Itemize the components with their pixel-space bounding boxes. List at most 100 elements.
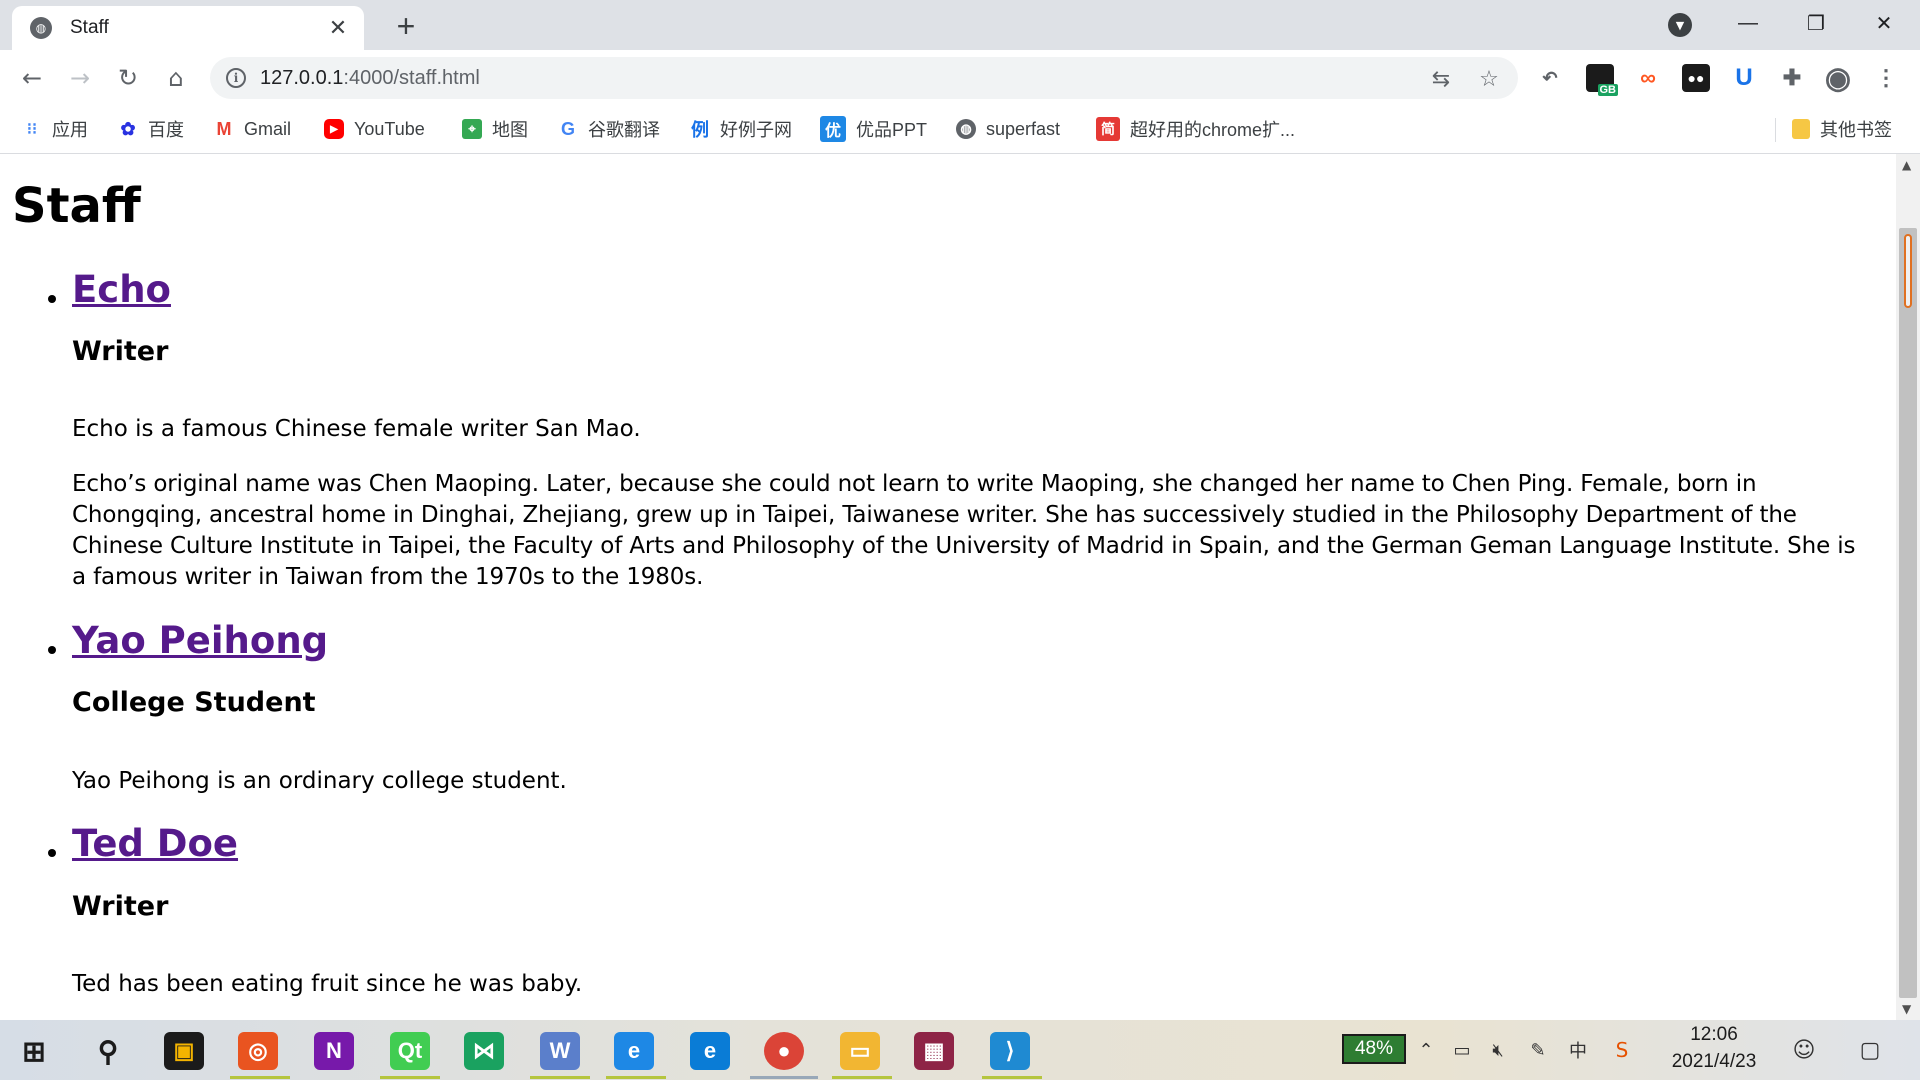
new-tab-button[interactable]: + [390, 8, 422, 44]
translate-icon[interactable]: ⇆ [1428, 66, 1454, 92]
running-indicator [982, 1076, 1042, 1079]
ime-icon[interactable]: 中 [1564, 1036, 1592, 1064]
running-indicator [230, 1076, 290, 1079]
ie-icon[interactable]: e [614, 1032, 654, 1070]
volume-muted-icon[interactable]: 🔇︎ [1484, 1036, 1512, 1064]
profile-avatar-icon[interactable]: ◉ [1824, 62, 1852, 95]
gb-extension-icon[interactable]: GB [1586, 64, 1618, 96]
vmware-icon[interactable]: W [540, 1032, 580, 1070]
address-bar[interactable]: i 127.0.0.1:4000/staff.html ⇆ ☆ [210, 57, 1518, 99]
assistant-face-icon[interactable]: ☺ [1790, 1036, 1818, 1064]
bookmark-star-icon[interactable]: ☆ [1476, 66, 1502, 92]
bookmarks-bar: ⁝⁝ 应用 ✿ 百度 M Gmail ▶ YouTube ⌖ 地图 G 谷歌翻译 例好例子网… [0, 106, 1920, 154]
extensions-puzzle-icon[interactable]: ✚ [1778, 64, 1806, 92]
tab-staff[interactable]: ◍ Staff ✕ [12, 6, 364, 50]
clock-date[interactable]: 2021/4/23 [1658, 1051, 1770, 1073]
tab-strip: ◍ Staff ✕ + ▼ — ❐ ✕ [0, 0, 1920, 50]
scroll-down-arrow-icon[interactable]: ▼ [1902, 1002, 1911, 1016]
running-indicator [530, 1076, 590, 1079]
youtube-icon: ▶ [324, 119, 344, 139]
vertical-scrollbar[interactable]: ▲ ▼ [1896, 154, 1920, 1020]
menu-kebab-icon[interactable]: ⋮ [1872, 64, 1900, 92]
staff-role: Writer [72, 336, 169, 367]
bookmark-ppt[interactable]: 优优品PPT [820, 116, 927, 142]
windows-taskbar: ⊞ ⚲ ▣ ◎ N Qt ⋈ W e e ● ▭ ▦ ⟩ 48% ⌃ ▭ 🔇︎ … [0, 1020, 1920, 1080]
windows-start-icon[interactable]: ⊞ [14, 1032, 54, 1070]
u-extension-icon[interactable]: U [1730, 64, 1758, 92]
search-icon[interactable]: ⚲ [88, 1032, 128, 1070]
staff-role: College Student [72, 687, 316, 718]
tab-title: Staff [70, 17, 109, 38]
baidu-paw-icon: ✿ [120, 118, 136, 139]
staff-link-echo[interactable]: Echo [72, 268, 171, 311]
staff-link-yao-peihong[interactable]: Yao Peihong [72, 619, 328, 662]
list-bullet [48, 646, 56, 654]
reply-arrow-icon[interactable]: ↶ [1536, 64, 1564, 92]
staff-role: Writer [72, 891, 169, 922]
bookmarks-separator [1775, 118, 1776, 142]
pen-icon[interactable]: ✎ [1524, 1036, 1552, 1064]
bookmark-translate[interactable]: G 谷歌翻译 [558, 116, 660, 142]
page-title: Staff [12, 178, 141, 234]
site-info-icon[interactable]: i [226, 68, 246, 88]
sogou-input-icon[interactable]: S [1608, 1036, 1636, 1064]
url-text[interactable]: 127.0.0.1:4000/staff.html [260, 67, 480, 90]
scrollbar-thumb[interactable] [1899, 228, 1917, 998]
vscode-icon[interactable]: ⟩ [990, 1032, 1030, 1070]
mindmap-icon[interactable]: ⋈ [464, 1032, 504, 1070]
staff-summary: Ted has been eating fruit since he was b… [72, 971, 583, 997]
extension-site-icon: 简 [1096, 117, 1120, 141]
scrollbar-grip[interactable] [1904, 234, 1912, 308]
edge-icon[interactable]: e [690, 1032, 730, 1070]
maps-icon: ⌖ [462, 119, 482, 139]
staff-summary: Echo is a famous Chinese female writer S… [72, 416, 641, 442]
google-g-icon: G [560, 118, 575, 139]
bookmark-maps[interactable]: ⌖ 地图 [462, 116, 528, 142]
list-bullet [48, 295, 56, 303]
globe-icon: ◍ [956, 119, 976, 139]
chrome-icon[interactable]: ● [764, 1032, 804, 1070]
show-hidden-icons-chevron-icon[interactable]: ⌃ [1412, 1036, 1440, 1064]
ppt-icon: 优 [820, 116, 846, 142]
clock-time[interactable]: 12:06 [1686, 1024, 1742, 1046]
bookmark-baidu[interactable]: ✿ 百度 [118, 116, 184, 142]
bookmark-other[interactable]: 其他书签 [1792, 116, 1892, 142]
battery-icon[interactable]: ▭ [1448, 1036, 1476, 1064]
reload-button[interactable]: ↻ [112, 62, 144, 94]
file-explorer-icon[interactable]: ▭ [840, 1032, 880, 1070]
close-tab-icon[interactable]: ✕ [324, 14, 352, 42]
gmail-icon: M [216, 118, 232, 139]
tampermonkey-icon[interactable]: ●● [1682, 64, 1710, 92]
staff-link-ted-doe[interactable]: Ted Doe [72, 822, 238, 865]
bookmark-chrome-ext[interactable]: 简超好用的chrome扩... [1096, 116, 1295, 142]
globe-icon: ◍ [30, 17, 52, 39]
qt-creator-icon[interactable]: Qt [390, 1032, 430, 1070]
winrar-icon[interactable]: ▦ [914, 1032, 954, 1070]
bookmark-youtube[interactable]: ▶ YouTube [324, 116, 425, 142]
ubuntu-icon[interactable]: ◎ [238, 1032, 278, 1070]
notification-center-icon[interactable]: ▢ [1856, 1036, 1884, 1064]
list-bullet [48, 849, 56, 857]
active-window-indicator [750, 1076, 818, 1079]
folder-icon [1792, 119, 1810, 139]
back-button[interactable]: ← [16, 62, 48, 94]
battery-indicator[interactable]: 48% [1342, 1034, 1406, 1064]
forward-button[interactable]: → [64, 62, 96, 94]
bookmark-example[interactable]: 例好例子网 [690, 116, 792, 142]
minimize-button[interactable]: — [1724, 5, 1772, 41]
restore-button[interactable]: ❐ [1792, 5, 1840, 41]
running-indicator [606, 1076, 666, 1079]
tab-search-icon[interactable]: ▼ [1668, 13, 1692, 37]
example-icon: 例 [691, 120, 709, 140]
scroll-up-arrow-icon[interactable]: ▲ [1902, 158, 1911, 172]
bookmark-apps[interactable]: ⁝⁝ 应用 [22, 116, 88, 142]
close-window-button[interactable]: ✕ [1860, 5, 1908, 41]
store-icon[interactable]: ▣ [164, 1032, 204, 1070]
bookmark-superfast[interactable]: ◍ superfast [956, 116, 1060, 142]
bookmark-gmail[interactable]: M Gmail [214, 116, 292, 142]
running-indicator [380, 1076, 440, 1079]
infinity-extension-icon[interactable]: ∞ [1634, 64, 1662, 92]
home-button[interactable]: ⌂ [160, 62, 192, 94]
staff-bio: Echo’s original name was Chen Maoping. L… [72, 471, 1856, 590]
onenote-icon[interactable]: N [314, 1032, 354, 1070]
